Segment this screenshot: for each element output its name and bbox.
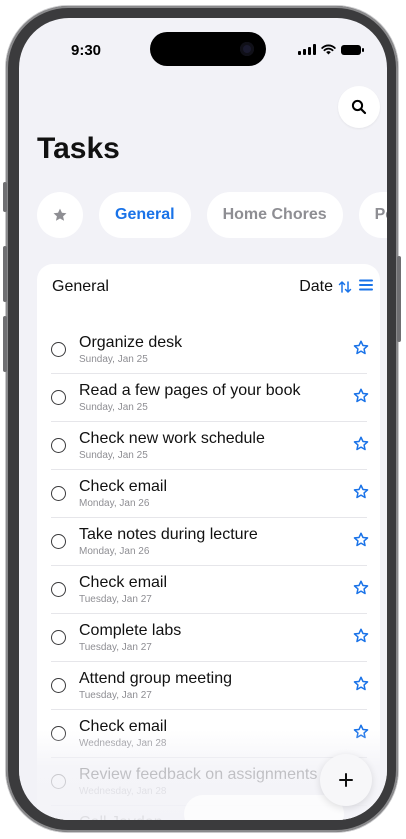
- wifi-icon: [321, 44, 336, 55]
- task-row[interactable]: Check email Tuesday, Jan 27: [51, 566, 369, 614]
- page-title: Tasks: [37, 132, 120, 165]
- task-list-card: General Date Organize desk Sunday, Jan 25…: [37, 264, 380, 820]
- task-row[interactable]: Complete labs Tuesday, Jan 27: [51, 614, 369, 662]
- task-title: Review feedback on assignments: [79, 766, 318, 783]
- plus-icon: [339, 773, 353, 787]
- volume-down-button: [3, 316, 7, 372]
- tab-pet[interactable]: Pet: [358, 192, 387, 238]
- task-title: Check email: [79, 478, 168, 495]
- task-star-button[interactable]: [351, 818, 371, 820]
- task-star-button[interactable]: [351, 434, 371, 454]
- task-title: Check email: [79, 718, 168, 735]
- task-title: Organize desk: [79, 334, 183, 351]
- status-icons: [298, 44, 364, 55]
- add-task-button[interactable]: [320, 754, 372, 806]
- star-outline-icon: [352, 819, 370, 820]
- task-checkbox[interactable]: [51, 630, 66, 645]
- app-screen: 9:30 Tasks General Home Chores P General…: [19, 18, 387, 820]
- list-tabs: General Home Chores Pet: [37, 192, 387, 238]
- task-star-button[interactable]: [351, 626, 371, 646]
- camera-icon: [240, 42, 254, 56]
- sort-label: Date: [299, 278, 333, 295]
- task-date: Tuesday, Jan 27: [79, 690, 152, 701]
- status-bar: 9:30: [19, 18, 387, 72]
- list-header: General Date: [37, 264, 380, 312]
- task-checkbox[interactable]: [51, 774, 66, 789]
- star-outline-icon: [353, 484, 369, 499]
- star-outline-icon: [353, 388, 369, 403]
- task-row[interactable]: Take notes during lecture Monday, Jan 26: [51, 518, 369, 566]
- task-star-button[interactable]: [351, 578, 371, 598]
- star-outline-icon: [353, 628, 369, 643]
- task-checkbox[interactable]: [51, 438, 66, 453]
- tab-home-chores[interactable]: Home Chores: [206, 192, 343, 238]
- task-date: Tuesday, Jan 27: [79, 642, 152, 653]
- task-checkbox[interactable]: [51, 342, 66, 357]
- task-date: Sunday, Jan 25: [79, 450, 148, 461]
- task-date: Tuesday, Jan 27: [79, 594, 152, 605]
- tab-general[interactable]: General: [99, 192, 191, 238]
- task-title: Check email: [79, 574, 168, 591]
- task-row[interactable]: Organize desk Sunday, Jan 25: [51, 326, 369, 374]
- task-star-button[interactable]: [351, 338, 371, 358]
- task-row[interactable]: Check new work schedule Sunday, Jan 25: [51, 422, 369, 470]
- task-date: Sunday, Jan 25: [79, 402, 148, 413]
- volume-up-button: [3, 246, 7, 302]
- task-star-button[interactable]: [351, 674, 371, 694]
- search-icon: [351, 99, 367, 115]
- task-checkbox[interactable]: [51, 726, 66, 741]
- task-date: Wednesday, Jan 28: [79, 786, 167, 797]
- task-title: Call Jayden: [79, 814, 163, 820]
- task-checkbox[interactable]: [51, 582, 66, 597]
- battery-icon: [341, 44, 364, 55]
- star-outline-icon: [353, 580, 369, 595]
- task-date: Wednesday, Jan 28: [79, 738, 167, 749]
- cellular-signal-icon: [298, 44, 316, 55]
- list-menu-icon: [359, 279, 373, 291]
- sort-button[interactable]: Date: [299, 278, 353, 296]
- task-row[interactable]: Attend group meeting Tuesday, Jan 27: [51, 662, 369, 710]
- task-checkbox[interactable]: [51, 678, 66, 693]
- task-title: Take notes during lecture: [79, 526, 258, 543]
- star-outline-icon: [353, 436, 369, 451]
- power-button: [397, 256, 401, 342]
- star-outline-icon: [353, 676, 369, 691]
- action-button: [3, 182, 7, 212]
- task-title: Check new work schedule: [79, 430, 265, 447]
- star-outline-icon: [353, 532, 369, 547]
- list-title: General: [52, 278, 109, 295]
- search-button[interactable]: [338, 86, 380, 128]
- star-outline-icon: [353, 340, 369, 355]
- bottom-toolbar: [184, 795, 344, 820]
- task-date: Monday, Jan 26: [79, 546, 150, 557]
- task-checkbox[interactable]: [51, 486, 66, 501]
- task-row[interactable]: Read a few pages of your book Sunday, Jan…: [51, 374, 369, 422]
- star-outline-icon: [353, 724, 369, 739]
- task-title: Complete labs: [79, 622, 182, 639]
- task-row[interactable]: Check email Wednesday, Jan 28: [51, 710, 369, 758]
- task-checkbox[interactable]: [51, 534, 66, 549]
- list-menu-button[interactable]: [355, 274, 377, 296]
- task-star-button[interactable]: [351, 722, 371, 742]
- status-time: 9:30: [71, 42, 102, 59]
- dynamic-island: [150, 32, 266, 66]
- sort-arrows-icon: [338, 281, 352, 293]
- task-star-button[interactable]: [351, 386, 371, 406]
- tab-favorites[interactable]: [37, 192, 83, 238]
- task-row[interactable]: Check email Monday, Jan 26: [51, 470, 369, 518]
- task-star-button[interactable]: [351, 482, 371, 502]
- star-filled-icon: [53, 208, 67, 221]
- task-date: Sunday, Jan 25: [79, 354, 148, 365]
- task-title: Attend group meeting: [79, 670, 232, 687]
- task-star-button[interactable]: [351, 530, 371, 550]
- task-checkbox[interactable]: [51, 390, 66, 405]
- task-date: Monday, Jan 26: [79, 498, 150, 509]
- task-title: Read a few pages of your book: [79, 382, 301, 399]
